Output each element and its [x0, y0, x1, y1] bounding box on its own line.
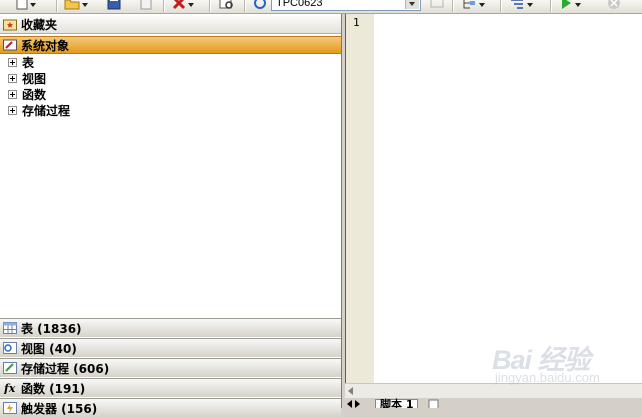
delete-button[interactable] [172, 0, 194, 11]
tree-button[interactable] [461, 0, 485, 11]
category-functions[interactable]: fx 函数 (191) [0, 378, 341, 397]
refresh-button[interactable] [253, 0, 267, 11]
new-icon [16, 0, 28, 10]
watermark-url: jingyan.baidu.com [495, 370, 600, 385]
tree-icon [463, 0, 475, 9]
find-icon [219, 0, 233, 9]
toolbar-separator [56, 0, 57, 12]
run-icon [562, 0, 571, 9]
stop-icon [608, 0, 620, 9]
line-number: 1 [353, 16, 360, 29]
category-tables[interactable]: 表 (1836) [0, 318, 341, 337]
sort-button[interactable] [509, 0, 533, 11]
sql-editor[interactable]: 1 [345, 14, 642, 383]
disconnect-button[interactable] [429, 0, 445, 11]
category-label: 表 (1836) [21, 321, 82, 336]
category-label: 触发器 (156) [21, 401, 98, 416]
category-label: 视图 (40) [21, 341, 77, 356]
tree-item-procedures[interactable]: 存储过程 [0, 102, 340, 118]
chevron-down-icon [527, 3, 533, 7]
new-button[interactable] [16, 0, 36, 11]
object-tree: 表 视图 函数 存储过程 [0, 54, 340, 118]
system-objects-label: 系统对象 [21, 38, 70, 53]
toolbar-separator [163, 0, 164, 12]
system-objects-icon [3, 39, 17, 51]
tab-navigation [347, 400, 360, 408]
database-selector-value: TPC0623 [276, 0, 323, 9]
favorites-header[interactable]: 收藏夹 [0, 16, 341, 34]
toolbar-separator [500, 0, 501, 12]
database-selector[interactable]: TPC0623 [271, 0, 421, 11]
category-label: 函数 (191) [21, 381, 86, 396]
chevron-down-icon [479, 3, 485, 7]
chevron-down-icon [575, 3, 581, 7]
tree-item-views[interactable]: 视图 [0, 70, 340, 86]
svg-text:fx: fx [3, 382, 16, 394]
disconnect-icon [430, 0, 444, 8]
category-views[interactable]: 视图 (40) [0, 338, 341, 357]
tab-label: 脚本 1 [380, 398, 414, 408]
editor-tab-bar: 脚本 1 [345, 398, 642, 408]
expand-icon[interactable] [8, 89, 17, 99]
expand-icon[interactable] [8, 73, 17, 83]
toolbar-separator [209, 0, 210, 12]
tab-script-1[interactable]: 脚本 1 [375, 398, 419, 408]
object-browser-panel: 收藏夹 系统对象 表 视图 函数 存储过程 表 (1836) 视图 (40) 存 [0, 14, 342, 417]
delete-icon [172, 0, 186, 10]
run-button[interactable] [559, 0, 581, 11]
find-button[interactable] [219, 0, 235, 11]
favorites-label: 收藏夹 [21, 18, 58, 32]
chevron-down-icon [82, 3, 88, 7]
table-icon [3, 322, 17, 334]
baidu-jingyan-watermark: Bai 经验 jingyan.baidu.com [486, 338, 636, 386]
line-number-gutter: 1 [346, 14, 374, 383]
tree-item-label: 函数 [22, 87, 47, 102]
stop-button[interactable] [607, 0, 621, 11]
system-objects-header[interactable]: 系统对象 [0, 36, 341, 54]
expand-icon[interactable] [8, 57, 17, 67]
category-label: 存储过程 (606) [21, 361, 110, 376]
image-icon [140, 0, 152, 10]
tab-next-icon[interactable] [355, 400, 360, 408]
image-button[interactable] [140, 0, 152, 11]
tree-item-label: 存储过程 [22, 103, 71, 118]
open-folder-icon [64, 0, 80, 10]
chevron-down-icon [188, 3, 194, 7]
function-icon: fx [3, 382, 16, 394]
open-button[interactable] [64, 0, 88, 11]
expand-icon[interactable] [8, 105, 17, 115]
new-tab-icon[interactable] [428, 399, 440, 408]
toolbar-separator [452, 0, 453, 12]
category-procedures[interactable]: 存储过程 (606) [0, 358, 341, 377]
chevron-down-icon[interactable] [405, 0, 419, 9]
scroll-left-icon[interactable] [348, 387, 353, 395]
chevron-down-icon [30, 3, 36, 7]
tree-item-label: 视图 [22, 71, 47, 86]
save-icon [107, 0, 121, 10]
tree-item-tables[interactable]: 表 [0, 54, 340, 70]
refresh-icon [254, 0, 266, 9]
procedure-icon [3, 362, 17, 374]
sort-icon [511, 0, 523, 9]
favorites-icon [3, 19, 17, 30]
tree-item-functions[interactable]: 函数 [0, 86, 340, 102]
save-button[interactable] [107, 0, 121, 11]
toolbar-separator [550, 0, 551, 12]
main-toolbar: TPC0623 [0, 0, 642, 14]
tab-prev-icon[interactable] [347, 400, 352, 408]
tree-item-label: 表 [22, 55, 35, 70]
toolbar-separator [244, 0, 245, 12]
trigger-icon [3, 402, 17, 414]
view-icon [3, 342, 17, 354]
